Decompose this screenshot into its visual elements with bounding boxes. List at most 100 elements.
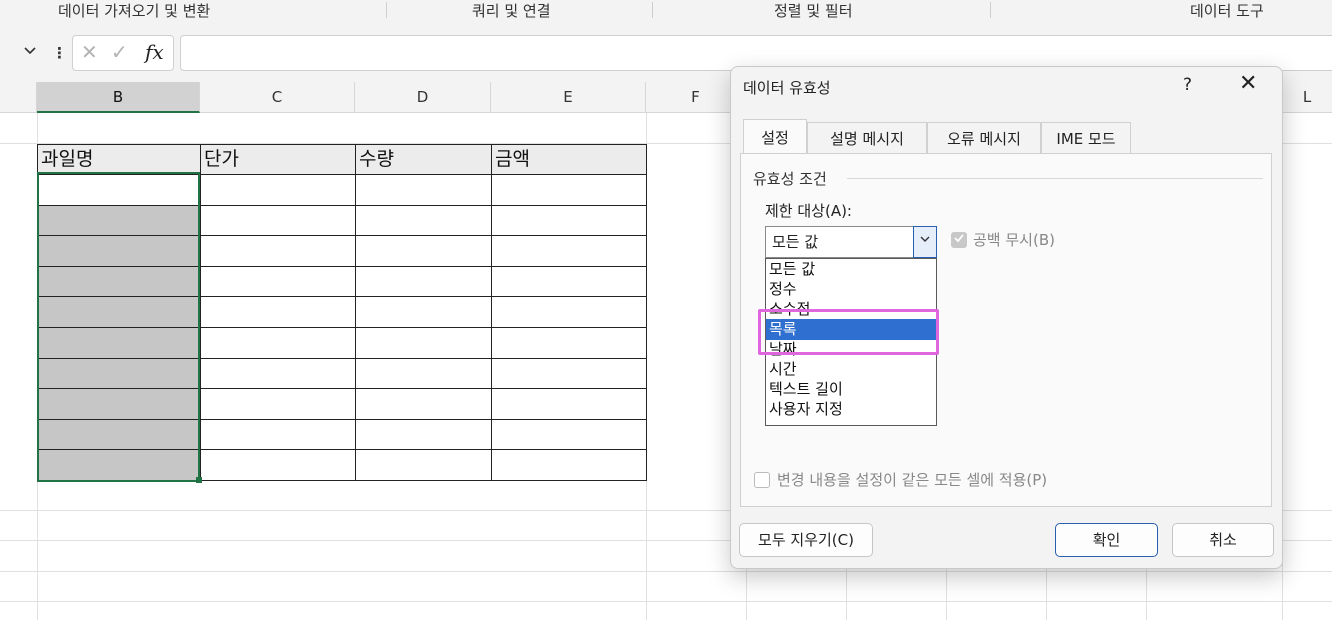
table-cell[interactable] bbox=[200, 327, 356, 359]
allow-combo[interactable]: 모든 값 bbox=[765, 226, 937, 258]
table-cell[interactable] bbox=[355, 296, 492, 328]
table-cell[interactable] bbox=[37, 357, 201, 390]
cancel-button[interactable]: 취소 bbox=[1172, 523, 1274, 557]
list-option[interactable]: 소수점 bbox=[766, 299, 936, 320]
help-button[interactable]: ? bbox=[1183, 75, 1192, 95]
table-cell[interactable] bbox=[491, 174, 647, 206]
gridline bbox=[946, 569, 947, 620]
ribbon-group-labels: 데이터 가져오기 및 변환 쿼리 및 연결 정렬 및 필터 데이터 도구 bbox=[0, 0, 1332, 25]
table-cell[interactable] bbox=[200, 296, 356, 328]
ribbon-group-get-transform: 데이터 가져오기 및 변환 bbox=[58, 2, 211, 20]
chevron-down-icon bbox=[24, 47, 36, 55]
ribbon-separator bbox=[386, 2, 387, 18]
table-cell[interactable] bbox=[491, 449, 647, 481]
table-header-price[interactable]: 단가 bbox=[200, 144, 356, 175]
table-cell[interactable] bbox=[200, 235, 356, 267]
table-cell[interactable] bbox=[37, 327, 201, 359]
gridline bbox=[846, 569, 847, 620]
table-cell[interactable] bbox=[355, 449, 492, 481]
table-cell[interactable] bbox=[200, 174, 356, 206]
tab-error-alert[interactable]: 오류 메시지 bbox=[927, 122, 1041, 154]
validation-criteria-title: 유효성 조건 bbox=[753, 170, 827, 188]
table-cell[interactable] bbox=[200, 388, 356, 420]
enter-formula-icon[interactable]: ✓ bbox=[111, 40, 128, 64]
table-cell[interactable] bbox=[355, 388, 492, 420]
list-option[interactable]: 모든 값 bbox=[766, 259, 936, 280]
gridline bbox=[746, 569, 747, 620]
table-cell[interactable] bbox=[491, 357, 647, 390]
table-cell[interactable] bbox=[37, 388, 201, 420]
cancel-formula-icon[interactable]: ✕ bbox=[81, 40, 98, 64]
table-cell[interactable] bbox=[37, 296, 201, 328]
allow-label: 제한 대상(A): bbox=[765, 202, 852, 220]
table-cell[interactable] bbox=[491, 296, 647, 328]
close-button[interactable]: ✕ bbox=[1239, 71, 1257, 96]
ribbon-group-data-tools: 데이터 도구 bbox=[1190, 2, 1264, 20]
ribbon-separator bbox=[990, 2, 991, 18]
list-option-selected[interactable]: 목록 bbox=[766, 319, 936, 340]
ribbon-group-sort-filter: 정렬 및 필터 bbox=[774, 2, 853, 20]
table-cell[interactable] bbox=[200, 418, 356, 451]
table-cell[interactable] bbox=[355, 418, 492, 451]
table-cell[interactable] bbox=[355, 204, 492, 237]
checkmark-icon bbox=[954, 234, 964, 243]
column-header-c[interactable]: C bbox=[200, 82, 355, 113]
column-header-b[interactable]: B bbox=[37, 82, 200, 113]
more-options-icon[interactable]: ⋮ bbox=[52, 41, 67, 65]
table-cell[interactable] bbox=[37, 174, 201, 206]
tab-input-message[interactable]: 설명 메시지 bbox=[807, 122, 927, 154]
table-cell[interactable] bbox=[37, 204, 201, 237]
table-cell[interactable] bbox=[355, 357, 492, 390]
table-cell[interactable] bbox=[491, 235, 647, 267]
gridline bbox=[0, 601, 1332, 602]
apply-all-checkbox[interactable] bbox=[754, 472, 770, 488]
column-header-d[interactable]: D bbox=[355, 82, 491, 113]
table-cell[interactable] bbox=[491, 204, 647, 237]
ok-button[interactable]: 확인 bbox=[1055, 523, 1158, 557]
table-header-qty[interactable]: 수량 bbox=[355, 144, 492, 175]
allow-dropdown-button[interactable] bbox=[913, 226, 937, 258]
ribbon-separator bbox=[652, 2, 653, 18]
formula-buttons: ✕ ✓ fx bbox=[72, 35, 174, 71]
chevron-down-icon bbox=[920, 236, 930, 242]
table-cell[interactable] bbox=[491, 327, 647, 359]
insert-function-icon[interactable]: fx bbox=[145, 40, 164, 64]
ignore-blank-checkbox[interactable] bbox=[951, 232, 967, 248]
table-cell[interactable] bbox=[200, 357, 356, 390]
list-option[interactable]: 시간 bbox=[766, 359, 936, 380]
table-cell[interactable] bbox=[37, 265, 201, 298]
tab-ime-mode[interactable]: IME 모드 bbox=[1041, 122, 1131, 154]
divider bbox=[847, 178, 1263, 179]
list-option[interactable]: 사용자 지정 bbox=[766, 399, 936, 420]
table-cell[interactable] bbox=[491, 388, 647, 420]
corner-header[interactable] bbox=[0, 82, 37, 113]
table-cell[interactable] bbox=[355, 265, 492, 298]
column-header-e[interactable]: E bbox=[491, 82, 646, 113]
table-cell[interactable] bbox=[491, 265, 647, 298]
table-cell[interactable] bbox=[355, 235, 492, 267]
list-option[interactable]: 정수 bbox=[766, 279, 936, 300]
gridline bbox=[1046, 569, 1047, 620]
name-box-dropdown[interactable] bbox=[18, 41, 42, 65]
list-option[interactable]: 날짜 bbox=[766, 339, 936, 360]
table-cell[interactable] bbox=[37, 449, 201, 481]
table-cell[interactable] bbox=[37, 418, 201, 451]
table-cell[interactable] bbox=[491, 418, 647, 451]
ribbon-group-queries: 쿼리 및 연결 bbox=[472, 2, 551, 20]
clear-all-button[interactable]: 모두 지우기(C) bbox=[739, 523, 873, 557]
table-cell[interactable] bbox=[37, 235, 201, 267]
settings-panel: 유효성 조건 제한 대상(A): 모든 값 공백 무시(B) 모든 값 정수 소… bbox=[740, 153, 1272, 507]
table-header-fruit[interactable]: 과일명 bbox=[37, 144, 201, 175]
data-validation-dialog: 데이터 유효성 ? ✕ 설정 설명 메시지 오류 메시지 IME 모드 유효성 … bbox=[730, 66, 1283, 569]
table-cell[interactable] bbox=[200, 449, 356, 481]
table-cell[interactable] bbox=[355, 174, 492, 206]
ignore-blank-label: 공백 무시(B) bbox=[973, 231, 1055, 249]
tab-settings[interactable]: 설정 bbox=[743, 119, 807, 155]
table-cell[interactable] bbox=[355, 327, 492, 359]
list-option[interactable]: 텍스트 길이 bbox=[766, 379, 936, 400]
column-header-l[interactable]: L bbox=[1282, 82, 1332, 113]
table-cell[interactable] bbox=[200, 204, 356, 237]
table-cell[interactable] bbox=[200, 265, 356, 298]
fill-handle[interactable] bbox=[196, 477, 202, 483]
table-header-amount[interactable]: 금액 bbox=[491, 144, 647, 175]
